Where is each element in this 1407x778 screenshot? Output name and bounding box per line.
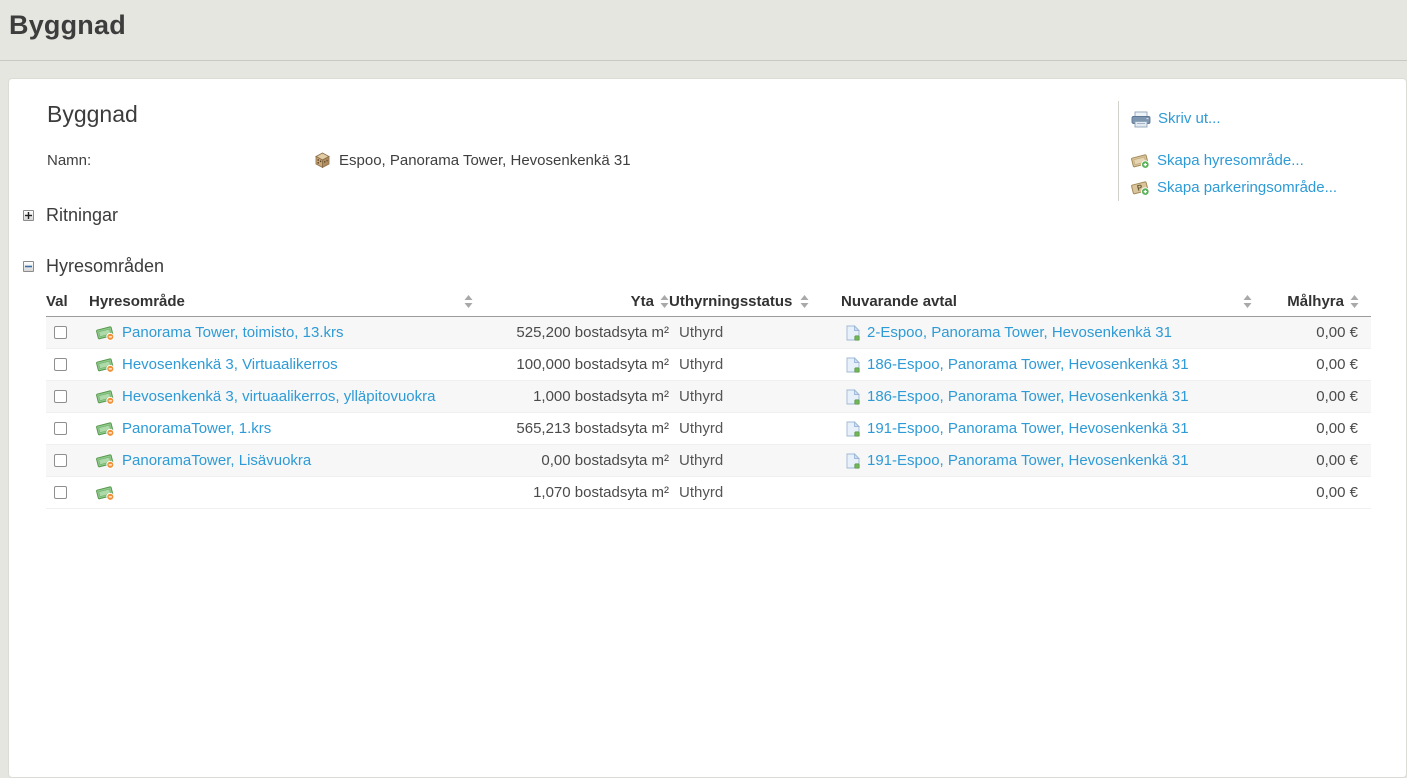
collapse-minus-icon[interactable]: [23, 261, 34, 272]
area-value: 525,200 bostadsyta m²: [479, 317, 669, 349]
row-checkbox[interactable]: [54, 486, 67, 499]
contract-document-icon: [846, 325, 860, 341]
area-value: 565,213 bostadsyta m²: [479, 413, 669, 445]
letting-status: Uthyrd: [669, 317, 841, 349]
sort-arrows-icon[interactable]: [464, 295, 473, 308]
area-value: 100,000 bostadsyta m²: [479, 349, 669, 381]
table-row: Hevosenkenkä 3, Virtuaalikerros 100,000 …: [46, 349, 1371, 381]
area-value: 0,00 bostadsyta m²: [479, 445, 669, 477]
map-add-icon: [1131, 153, 1150, 169]
target-rent-value: 0,00 €: [1258, 317, 1371, 349]
create-rental-area-label: Skapa hyresområde...: [1157, 151, 1304, 171]
sort-arrows-icon[interactable]: [1350, 295, 1359, 308]
building-name: Espoo, Panorama Tower, Hevosenkenkä 31: [339, 152, 631, 169]
actions-panel: Skriv ut... Skapa hyresområde...: [1118, 101, 1406, 201]
rental-area-link[interactable]: Hevosenkenkä 3, Virtuaalikerros: [122, 356, 338, 373]
contract-link[interactable]: 186-Espoo, Panorama Tower, Hevosenkenkä …: [867, 388, 1189, 405]
contract-link[interactable]: 191-Espoo, Panorama Tower, Hevosenkenkä …: [867, 420, 1189, 437]
print-label: Skriv ut...: [1158, 109, 1221, 129]
parking-map-add-icon: P: [1131, 180, 1150, 196]
rental-areas-table: Val Hyresområde Yta: [46, 289, 1371, 509]
rental-area-link[interactable]: Panorama Tower, toimisto, 13.krs: [122, 324, 343, 341]
column-header-nuvarande-avtal[interactable]: Nuvarande avtal: [841, 289, 1258, 317]
column-header-val: Val: [46, 289, 89, 317]
rental-area-icon: [96, 389, 115, 405]
row-checkbox[interactable]: [54, 390, 67, 403]
target-rent-value: 0,00 €: [1258, 381, 1371, 413]
section-ritningar-label: Ritningar: [46, 205, 118, 226]
table-header-row: Val Hyresområde Yta: [46, 289, 1371, 317]
rental-area-link[interactable]: Hevosenkenkä 3, virtuaalikerros, ylläpit…: [122, 388, 435, 405]
rental-area-icon: [96, 357, 115, 373]
building-icon: [313, 151, 331, 169]
letting-status: Uthyrd: [669, 413, 841, 445]
column-header-malhyra[interactable]: Målhyra: [1258, 289, 1371, 317]
print-link[interactable]: Skriv ut...: [1131, 109, 1406, 129]
create-rental-area-link[interactable]: Skapa hyresområde...: [1131, 151, 1406, 171]
table-row: PanoramaTower, Lisävuokra 0,00 bostadsyt…: [46, 445, 1371, 477]
contract-document-icon: [846, 357, 860, 373]
area-value: 1,000 bostadsyta m²: [479, 381, 669, 413]
printer-icon: [1131, 111, 1151, 128]
letting-status: Uthyrd: [669, 381, 841, 413]
rental-area-table-body: Panorama Tower, toimisto, 13.krs 525,200…: [46, 317, 1371, 509]
contract-link[interactable]: 191-Espoo, Panorama Tower, Hevosenkenkä …: [867, 452, 1189, 469]
table-row: PanoramaTower, 1.krs 565,213 bostadsyta …: [46, 413, 1371, 445]
table-row: Hevosenkenkä 3, virtuaalikerros, ylläpit…: [46, 381, 1371, 413]
rental-area-icon: [96, 421, 115, 437]
rental-area-icon: [96, 485, 115, 501]
letting-status: Uthyrd: [669, 445, 841, 477]
letting-status: Uthyrd: [669, 349, 841, 381]
sort-arrows-icon[interactable]: [660, 295, 669, 308]
column-header-yta[interactable]: Yta: [479, 289, 669, 317]
column-header-hyresomrade[interactable]: Hyresområde: [89, 289, 479, 317]
rental-area-icon: [96, 453, 115, 469]
row-checkbox[interactable]: [54, 422, 67, 435]
target-rent-value: 0,00 €: [1258, 349, 1371, 381]
row-checkbox[interactable]: [54, 358, 67, 371]
sort-arrows-icon[interactable]: [800, 295, 809, 308]
letting-status: Uthyrd: [669, 477, 841, 509]
target-rent-value: 0,00 €: [1258, 445, 1371, 477]
create-parking-area-label: Skapa parkeringsområde...: [1157, 178, 1337, 198]
rental-area-icon: [96, 325, 115, 341]
row-checkbox[interactable]: [54, 454, 67, 467]
section-hyresomraden: Hyresområden: [23, 255, 1406, 277]
section-hyresomraden-label: Hyresområden: [46, 256, 164, 277]
column-header-uthyrningsstatus[interactable]: Uthyrningsstatus: [669, 289, 841, 317]
section-ritningar: Ritningar: [23, 204, 1406, 226]
contract-link[interactable]: 2-Espoo, Panorama Tower, Hevosenkenkä 31: [867, 324, 1172, 341]
contract-document-icon: [846, 421, 860, 437]
byggnad-card: Byggnad Namn: Espoo, Panorama Tower, Hev…: [8, 78, 1407, 778]
row-checkbox[interactable]: [54, 326, 67, 339]
target-rent-value: 0,00 €: [1258, 477, 1371, 509]
create-parking-area-link[interactable]: P Skapa parkeringsområde...: [1131, 178, 1406, 198]
contract-document-icon: [846, 453, 860, 469]
contract-document-icon: [846, 389, 860, 405]
name-value: Espoo, Panorama Tower, Hevosenkenkä 31: [313, 151, 631, 169]
expand-plus-icon[interactable]: [23, 210, 34, 221]
table-row: Panorama Tower, toimisto, 13.krs 525,200…: [46, 317, 1371, 349]
area-value: 1,070 bostadsyta m²: [479, 477, 669, 509]
rental-area-link[interactable]: PanoramaTower, 1.krs: [122, 420, 271, 437]
page-header: Byggnad: [0, 0, 1407, 61]
contract-link[interactable]: 186-Espoo, Panorama Tower, Hevosenkenkä …: [867, 356, 1189, 373]
name-label: Namn:: [47, 152, 313, 169]
page-title: Byggnad: [9, 10, 1407, 41]
rental-area-link[interactable]: PanoramaTower, Lisävuokra: [122, 452, 311, 469]
table-row: 1,070 bostadsyta m² Uthyrd 0,00 €: [46, 477, 1371, 509]
target-rent-value: 0,00 €: [1258, 413, 1371, 445]
sort-arrows-icon[interactable]: [1243, 295, 1252, 308]
